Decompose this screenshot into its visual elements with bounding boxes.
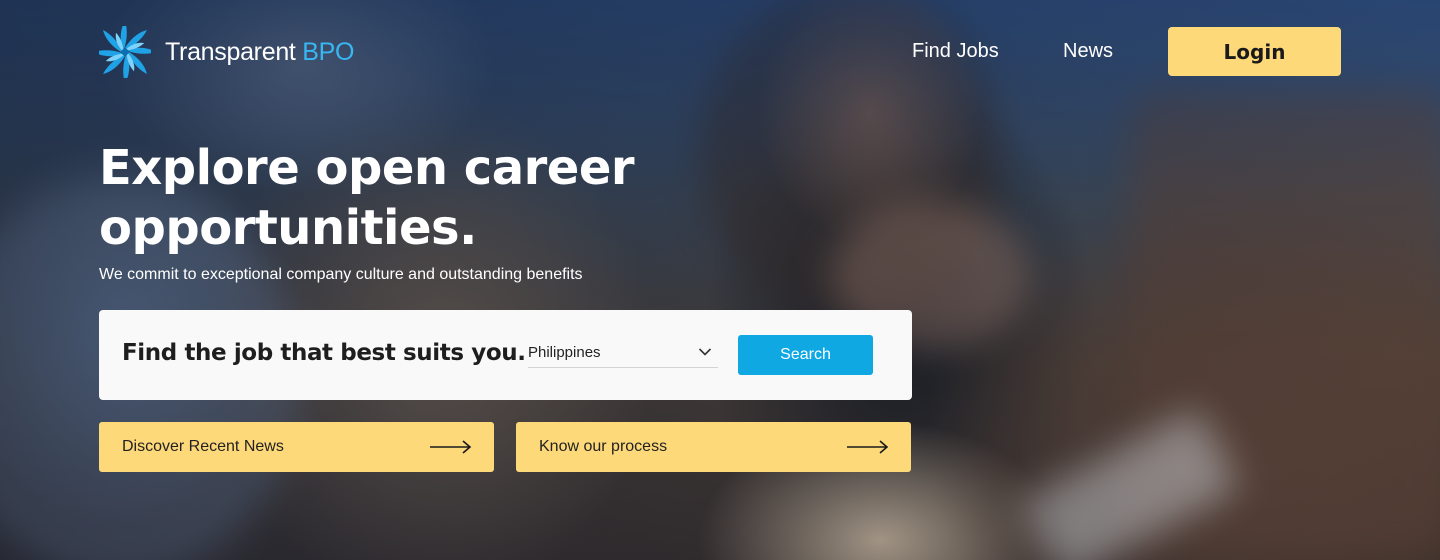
brand-name-accent: BPO [302, 37, 355, 66]
search-button[interactable]: Search [738, 335, 873, 375]
job-search-card: Find the job that best suits you. Philip… [99, 310, 912, 400]
brand-home-link[interactable]: Transparent BPO [99, 26, 354, 78]
right-arrow-icon [430, 440, 472, 454]
right-arrow-icon [847, 440, 889, 454]
discover-news-button[interactable]: Discover Recent News [99, 422, 494, 472]
country-select[interactable]: Philippines [528, 341, 718, 368]
brand-name: Transparent BPO [165, 38, 354, 67]
hero-title: Explore open career opportunities. [99, 140, 635, 256]
chevron-down-icon [698, 348, 712, 356]
nav-news-link[interactable]: News [1063, 40, 1113, 63]
pinwheel-logo-icon [99, 26, 151, 78]
know-process-button[interactable]: Know our process [516, 422, 911, 472]
discover-news-label: Discover Recent News [122, 438, 284, 455]
search-heading: Find the job that best suits you. [122, 340, 526, 366]
nav-find-jobs-link[interactable]: Find Jobs [912, 40, 999, 63]
brand-name-main: Transparent [165, 37, 296, 66]
know-process-label: Know our process [539, 438, 668, 455]
hero-subtitle: We commit to exceptional company culture… [99, 266, 583, 283]
login-button[interactable]: Login [1168, 27, 1341, 76]
country-select-value: Philippines [528, 344, 601, 361]
